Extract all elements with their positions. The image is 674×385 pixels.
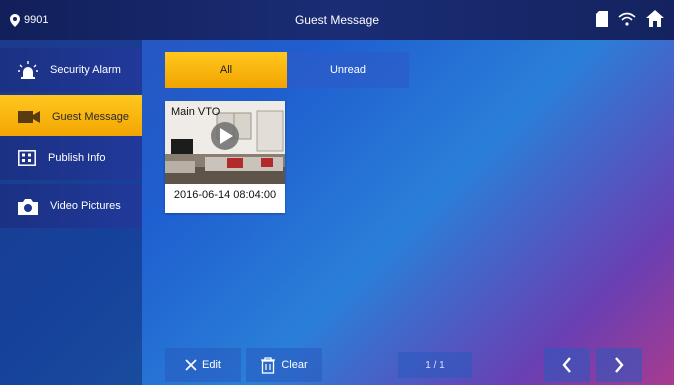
message-source: Main VTO [171,106,221,118]
sidebar-item-guest-message[interactable]: Guest Message [0,95,142,139]
video-thumbnail[interactable]: Main VTO [165,101,285,184]
camera-icon [18,198,38,215]
sidebar-item-publish-info[interactable]: Publish Info [0,136,142,180]
alarm-icon [18,61,38,79]
page-title: Guest Message [294,13,380,27]
bottom-toolbar: Edit Clear 1 / 1 [0,345,674,385]
building-icon [18,150,36,166]
edit-button-label: Edit [202,359,221,371]
home-icon[interactable] [646,10,664,27]
room-indicator: 9901 [10,13,49,27]
location-pin-icon [10,13,20,27]
sd-card-icon [596,10,608,27]
sidebar: Security Alarm Guest Message Publish Inf… [0,40,142,385]
sidebar-item-label: Video Pictures [50,200,121,212]
sidebar-item-video-pictures[interactable]: Video Pictures [0,184,142,228]
tab-all[interactable]: All [165,52,287,88]
trash-icon [261,356,276,374]
top-bar: 9901 Guest Message [0,0,674,40]
chevron-right-icon [615,357,624,373]
next-page-button[interactable] [596,348,642,382]
tab-all-label: All [219,64,233,76]
previous-page-button[interactable] [544,348,590,382]
sidebar-item-security-alarm[interactable]: Security Alarm [0,48,142,92]
close-icon [185,359,197,371]
chevron-left-icon [562,357,571,373]
status-icons [596,10,664,27]
clear-button-label: Clear [281,359,308,371]
clear-button[interactable]: Clear [246,348,322,382]
video-camera-icon [18,111,40,123]
sidebar-item-label: Guest Message [52,111,130,123]
sidebar-item-label: Publish Info [48,152,106,164]
wifi-icon [618,12,636,26]
sidebar-item-label: Security Alarm [50,64,121,76]
tab-unread-label: Unread [329,64,367,76]
page-indicator: 1 / 1 [398,352,472,378]
room-number: 9901 [24,14,49,26]
message-card[interactable]: Main VTO 2016-06-14 08:04:00 [165,101,285,213]
edit-button[interactable]: Edit [165,348,241,382]
tab-unread[interactable]: Unread [287,52,409,88]
message-timestamp: 2016-06-14 08:04:00 [173,189,277,201]
